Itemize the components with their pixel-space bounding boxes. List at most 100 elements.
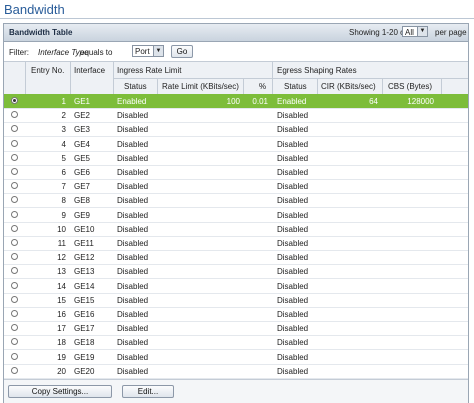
- row-select-radio[interactable]: [11, 153, 18, 161]
- entry-no-cell: 10: [57, 224, 66, 234]
- table-row[interactable]: 11 GE11 Disabled Disabled: [4, 236, 468, 251]
- egress-status-cell: Disabled: [277, 281, 309, 291]
- filter-label: Filter:: [9, 48, 29, 57]
- egress-status-cell: Disabled: [277, 310, 309, 319]
- egress-status-cell: Disabled: [277, 153, 309, 163]
- row-select-radio[interactable]: [11, 295, 18, 303]
- entry-no-cell: 14: [57, 281, 66, 291]
- per-page-value: All: [405, 28, 414, 37]
- table-row[interactable]: 3 GE3 Disabled Disabled: [4, 122, 468, 138]
- row-select-radio[interactable]: [11, 338, 18, 346]
- col-ingress-status: Status: [124, 82, 147, 91]
- filter-value: Port: [135, 47, 150, 56]
- row-select-radio[interactable]: [11, 324, 18, 332]
- row-select-radio[interactable]: [11, 352, 18, 360]
- egress-status-cell: Enabled: [277, 97, 307, 106]
- table-row[interactable]: 5 GE5 Disabled Disabled: [4, 151, 468, 166]
- row-select-radio[interactable]: [11, 267, 18, 275]
- col-group-ingress: Ingress Rate Limit: [117, 66, 182, 75]
- egress-status-cell: Disabled: [277, 125, 309, 135]
- table-row[interactable]: 1 GE1 Enabled 100 0.01 Enabled 64 128000: [4, 94, 468, 109]
- table-row[interactable]: 7 GE7 Disabled Disabled: [4, 179, 468, 195]
- entry-no-cell: 6: [61, 168, 66, 177]
- per-page-select[interactable]: All ▼: [402, 26, 428, 37]
- copy-settings-button[interactable]: Copy Settings...: [8, 385, 112, 398]
- interface-cell: GE11: [74, 239, 94, 248]
- ingress-status-cell: Disabled: [117, 168, 149, 177]
- table-title: Bandwidth Table: [9, 28, 73, 37]
- ingress-status-cell: Disabled: [117, 196, 149, 206]
- row-select-radio[interactable]: [11, 253, 18, 261]
- table-row[interactable]: 15 GE15 Disabled Disabled: [4, 293, 468, 308]
- entry-no-cell: 17: [57, 324, 66, 334]
- go-button[interactable]: Go: [171, 45, 193, 58]
- chevron-down-icon[interactable]: ▼: [417, 27, 427, 36]
- interface-cell: GE15: [74, 295, 95, 305]
- table-row[interactable]: 2 GE2 Disabled Disabled: [4, 108, 468, 124]
- interface-cell: GE3: [74, 125, 91, 135]
- entry-no-cell: 5: [61, 153, 66, 163]
- table-footer: Copy Settings... Edit...: [4, 379, 468, 403]
- table-row[interactable]: 18 GE18 Disabled Disabled: [4, 335, 468, 351]
- entry-no-cell: 12: [57, 253, 66, 263]
- row-select-radio[interactable]: [11, 281, 18, 289]
- ingress-status-cell: Disabled: [117, 210, 149, 220]
- table-row[interactable]: 9 GE9 Disabled Disabled: [4, 208, 468, 223]
- ingress-status-cell: Disabled: [117, 253, 149, 263]
- ingress-status-cell: Disabled: [117, 125, 149, 135]
- table-row[interactable]: 10 GE10 Disabled Disabled: [4, 222, 468, 237]
- interface-cell: GE14: [74, 281, 95, 291]
- row-select-radio[interactable]: [11, 210, 18, 218]
- column-divider: [441, 78, 442, 94]
- header-divider: [113, 78, 468, 79]
- row-select-radio[interactable]: [11, 310, 18, 317]
- egress-status-cell: Disabled: [277, 295, 309, 305]
- row-select-radio[interactable]: [11, 111, 18, 119]
- row-select-radio[interactable]: [11, 125, 18, 133]
- ingress-status-cell: Enabled: [117, 97, 147, 106]
- table-row[interactable]: 8 GE8 Disabled Disabled: [4, 193, 468, 209]
- cir-cell: 64: [369, 97, 378, 106]
- table-row[interactable]: 13 GE13 Disabled Disabled: [4, 264, 468, 280]
- table-row[interactable]: 17 GE17 Disabled Disabled: [4, 321, 468, 337]
- egress-status-cell: Disabled: [277, 253, 309, 263]
- column-divider: [382, 78, 383, 94]
- percent-cell: 0.01: [252, 97, 268, 106]
- ingress-status-cell: Disabled: [117, 338, 149, 348]
- table-row[interactable]: 12 GE12 Disabled Disabled: [4, 250, 468, 266]
- egress-status-cell: Disabled: [277, 139, 309, 149]
- row-select-radio[interactable]: [11, 97, 18, 104]
- row-select-radio[interactable]: [11, 239, 18, 246]
- interface-cell: GE7: [74, 182, 91, 192]
- table-row[interactable]: 16 GE16 Disabled Disabled: [4, 307, 468, 322]
- row-select-radio[interactable]: [11, 182, 18, 190]
- row-select-radio[interactable]: [11, 168, 18, 175]
- filter-value-select[interactable]: Port ▼: [132, 45, 164, 57]
- egress-status-cell: Disabled: [277, 352, 309, 362]
- entry-no-cell: 1: [61, 97, 66, 106]
- cbs-cell: 128000: [407, 97, 434, 106]
- row-select-radio[interactable]: [11, 366, 18, 374]
- interface-cell: GE16: [74, 310, 95, 319]
- row-select-radio[interactable]: [11, 196, 18, 204]
- row-select-radio[interactable]: [11, 139, 18, 147]
- col-entry-no: Entry No.: [31, 66, 65, 75]
- ingress-status-cell: Disabled: [117, 239, 149, 248]
- table-row[interactable]: 20 GE20 Disabled Disabled: [4, 364, 468, 379]
- table-row[interactable]: 14 GE14 Disabled Disabled: [4, 279, 468, 294]
- ingress-status-cell: Disabled: [117, 224, 149, 234]
- col-rate-limit: Rate Limit (KBits/sec): [162, 82, 239, 91]
- ingress-status-cell: Disabled: [117, 139, 149, 149]
- egress-status-cell: Disabled: [277, 239, 309, 248]
- egress-status-cell: Disabled: [277, 267, 309, 277]
- chevron-down-icon[interactable]: ▼: [153, 46, 163, 56]
- col-egress-status: Status: [284, 82, 307, 91]
- col-group-egress: Egress Shaping Rates: [277, 66, 357, 75]
- edit-button[interactable]: Edit...: [122, 385, 174, 398]
- table-row[interactable]: 6 GE6 Disabled Disabled: [4, 165, 468, 180]
- entry-no-cell: 2: [61, 111, 66, 121]
- interface-cell: GE2: [74, 111, 91, 121]
- row-select-radio[interactable]: [11, 224, 18, 232]
- table-row[interactable]: 19 GE19 Disabled Disabled: [4, 350, 468, 365]
- table-row[interactable]: 4 GE4 Disabled Disabled: [4, 137, 468, 152]
